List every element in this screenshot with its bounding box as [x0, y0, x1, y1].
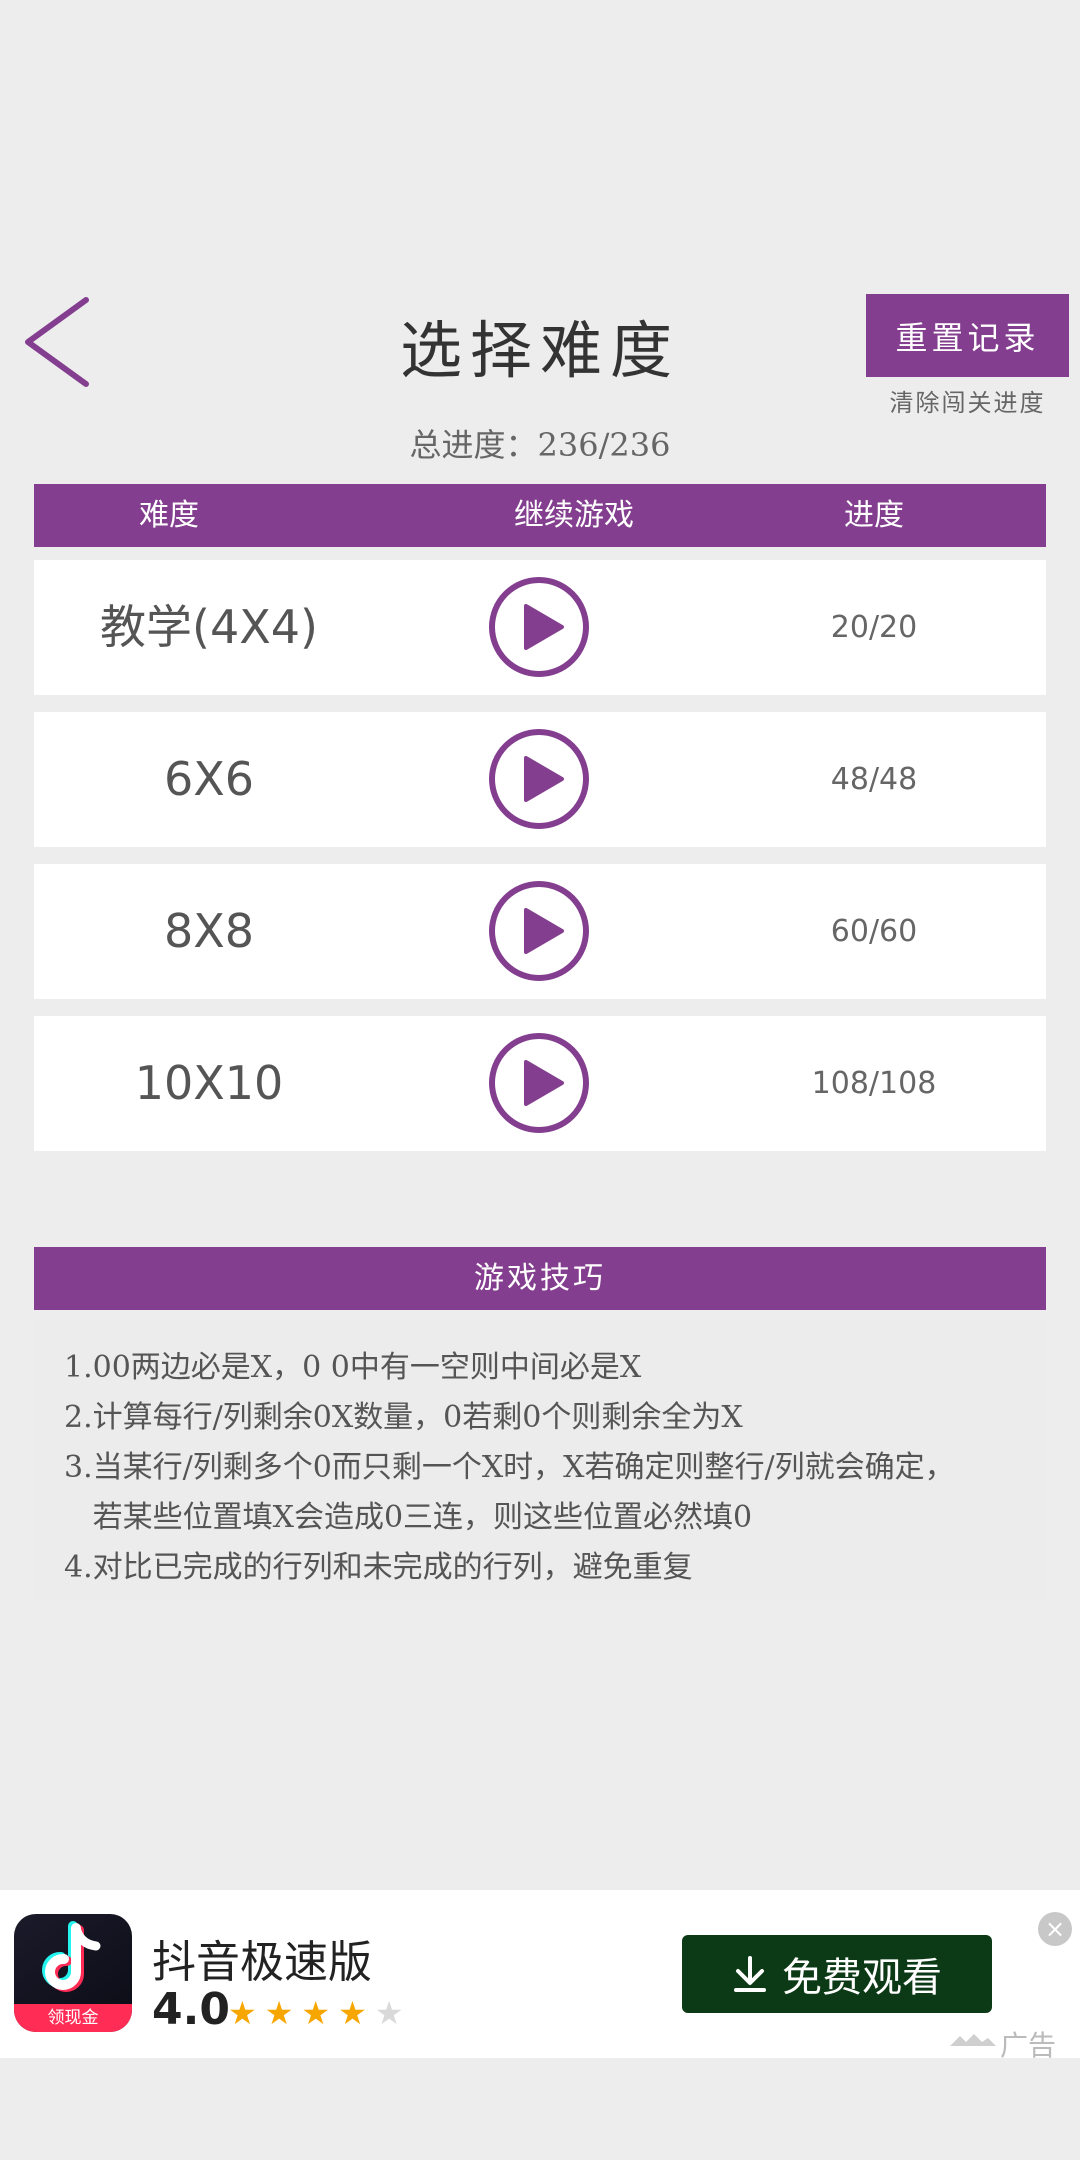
tip-line: 1.00两边必是X，0 0中有一空则中间必是X [64, 1350, 642, 1385]
star-icon: ★ [338, 1994, 375, 2032]
tips-list: 1.00两边必是X，0 0中有一空则中间必是X 2.计算每行/列剩余0X数量，0… [34, 1320, 1046, 1600]
star-icon: ★ [264, 1994, 302, 2032]
play-icon [489, 881, 589, 981]
level-name: 10X10 [134, 1056, 284, 1110]
download-icon [734, 1956, 766, 1992]
reset-hint: 清除闯关进度 [889, 389, 1046, 417]
tip-line: 3.当某行/列剩多个0而只剩一个X时，X若确定则整行/列就会确定， [64, 1450, 955, 1485]
play-button[interactable] [488, 880, 590, 982]
level-progress: 20/20 [830, 610, 918, 645]
ad-logo-mark-icon [950, 2034, 996, 2046]
star-icon: ★ [228, 1994, 265, 2032]
level-name: 8X8 [163, 904, 255, 958]
header-difficulty: 难度 [139, 498, 199, 533]
table-row: 6X6 48/48 [34, 712, 1046, 847]
level-name: 6X6 [163, 752, 255, 806]
level-progress: 48/48 [830, 762, 918, 797]
table-row: 8X8 60/60 [34, 864, 1046, 999]
star-icon: ★ [374, 1994, 412, 2032]
app-logo[interactable]: 领现金 [14, 1914, 132, 2032]
play-icon [489, 577, 589, 677]
play-button[interactable] [488, 1032, 590, 1134]
cta-label: 免费观看 [782, 1955, 942, 2001]
header-progress: 进度 [844, 498, 904, 533]
star-rating: ★★★★★ [228, 1994, 411, 2032]
ad-label: 广告 [1000, 2029, 1057, 2062]
tip-line: 2.计算每行/列剩余0X数量，0若剩0个则剩余全为X [64, 1400, 743, 1435]
total-progress: 总进度：236/236 [409, 426, 671, 464]
reset-records-button[interactable]: 重置记录 [866, 294, 1069, 377]
level-progress: 108/108 [811, 1066, 937, 1101]
ad-rating: 4.0 [152, 1984, 230, 2035]
music-note-icon [42, 1921, 101, 1992]
tip-line: 若某些位置填X会造成0三连，则这些位置必然填0 [64, 1500, 753, 1535]
free-watch-button[interactable]: 免费观看 [682, 1935, 992, 2013]
tips-heading: 游戏技巧 [34, 1247, 1046, 1310]
ad-banner[interactable]: 领现金 抖音极速版 4.0 ★★★★★ 免费观看 × 广告 [0, 1890, 1080, 2062]
table-header: 难度 继续游戏 进度 [34, 484, 1046, 547]
table-row: 10X10 108/108 [34, 1016, 1046, 1151]
play-icon [489, 1033, 589, 1133]
close-icon[interactable]: × [1038, 1912, 1072, 1946]
level-name: 教学(4X4) [100, 600, 318, 654]
table-row: 教学(4X4) 20/20 [34, 560, 1046, 695]
logo-badge: 领现金 [14, 2004, 132, 2032]
play-icon [489, 729, 589, 829]
ad-app-name: 抖音极速版 [152, 1937, 372, 1988]
tip-line: 4.对比已完成的行列和未完成的行列，避免重复 [64, 1550, 693, 1585]
play-button[interactable] [488, 728, 590, 830]
star-icon: ★ [301, 1994, 339, 2032]
level-progress: 60/60 [830, 914, 918, 949]
play-button[interactable] [488, 576, 590, 678]
